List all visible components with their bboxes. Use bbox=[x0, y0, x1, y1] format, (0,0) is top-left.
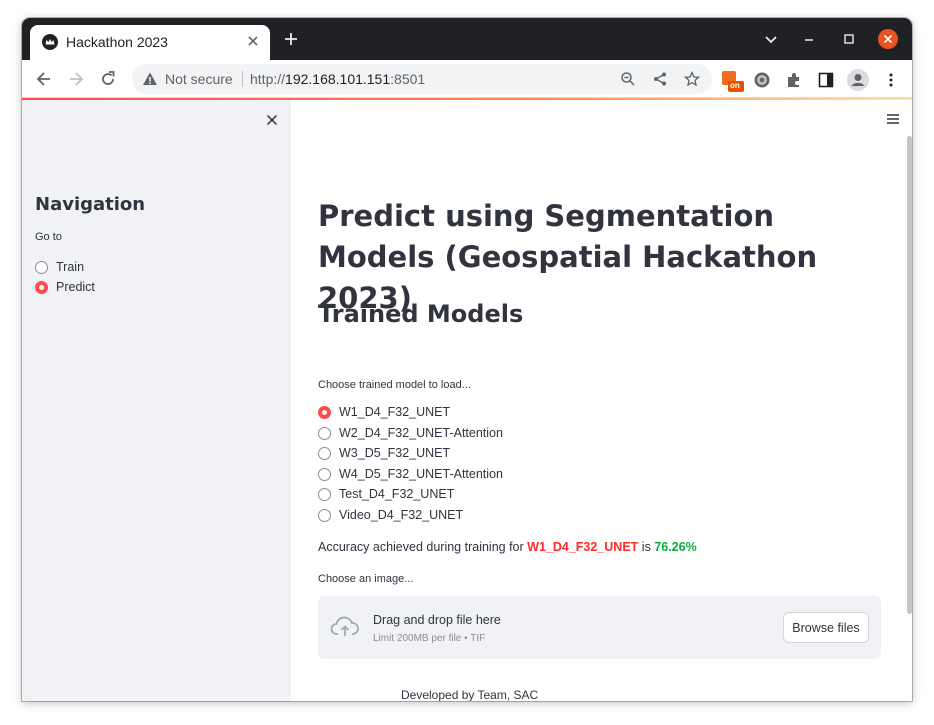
zoom-icon[interactable] bbox=[620, 71, 636, 87]
tab-title: Hackathon 2023 bbox=[66, 34, 168, 50]
tab-hackathon[interactable]: Hackathon 2023 bbox=[30, 25, 270, 60]
sidebar-close-icon[interactable] bbox=[265, 113, 279, 127]
radio-checked-icon[interactable] bbox=[318, 405, 331, 419]
model-option[interactable]: Video_D4_F32_UNET bbox=[318, 506, 463, 524]
model-option-label: W4_D5_F32_UNET-Attention bbox=[339, 467, 503, 481]
model-option[interactable]: W3_D5_F32_UNET bbox=[318, 444, 450, 462]
nav-option-label: Train bbox=[56, 260, 85, 274]
not-secure-label[interactable]: Not secure bbox=[165, 71, 233, 87]
settings-gear-icon[interactable] bbox=[753, 71, 771, 89]
profile-icon[interactable] bbox=[847, 69, 869, 91]
browse-files-button[interactable]: Browse files bbox=[783, 612, 869, 643]
cloud-upload-icon bbox=[330, 616, 359, 636]
nav-option-label: Predict bbox=[56, 280, 95, 294]
model-select-label: Choose trained model to load... bbox=[318, 379, 471, 391]
url-text[interactable]: http://192.168.101.151:8501 bbox=[250, 71, 425, 87]
nav-option-train[interactable]: Train bbox=[35, 258, 84, 276]
address-bar[interactable]: Not secure http://192.168.101.151:8501 bbox=[132, 64, 712, 94]
nav-option-predict[interactable]: Predict bbox=[35, 278, 95, 296]
radio-unchecked-icon[interactable] bbox=[318, 467, 331, 481]
reload-icon[interactable] bbox=[98, 69, 118, 89]
star-icon[interactable] bbox=[684, 71, 700, 87]
model-option-label: Test_D4_F32_UNET bbox=[339, 487, 455, 501]
model-option[interactable]: W2_D4_F32_UNET-Attention bbox=[318, 424, 503, 442]
browser-toolbar: Not secure http://192.168.101.151:8501 o… bbox=[22, 60, 912, 98]
radio-unchecked-icon[interactable] bbox=[318, 446, 331, 460]
new-tab-icon[interactable] bbox=[284, 32, 298, 46]
radio-checked-icon[interactable] bbox=[35, 280, 48, 294]
forward-icon[interactable] bbox=[66, 69, 86, 89]
dropzone-limit: Limit 200MB per file • TIF bbox=[373, 633, 486, 644]
extension-badge: on bbox=[730, 81, 740, 90]
share-icon[interactable] bbox=[652, 71, 668, 87]
accuracy-model-name: W1_D4_F32_UNET bbox=[527, 540, 639, 554]
radio-unchecked-icon[interactable] bbox=[318, 426, 331, 440]
extension-on-icon[interactable]: on bbox=[720, 69, 744, 93]
accuracy-middle: is bbox=[641, 540, 651, 554]
accuracy-message: Accuracy achieved during training for W1… bbox=[318, 540, 697, 554]
warning-icon[interactable] bbox=[142, 71, 158, 87]
file-dropzone[interactable]: Drag and drop file here Limit 200MB per … bbox=[318, 596, 881, 659]
radio-unchecked-icon[interactable] bbox=[35, 260, 48, 274]
url-host: 192.168.101.151 bbox=[285, 71, 391, 87]
back-icon[interactable] bbox=[34, 69, 54, 89]
footer-text: Developed by Team, SAC bbox=[401, 688, 539, 701]
model-option[interactable]: Test_D4_F32_UNET bbox=[318, 485, 454, 503]
accuracy-value: 76.26% bbox=[654, 540, 697, 554]
sidebar-title: Navigation bbox=[35, 194, 146, 215]
radio-unchecked-icon[interactable] bbox=[318, 487, 331, 501]
model-option-label: Video_D4_F32_UNET bbox=[339, 508, 464, 522]
favicon-crown-icon bbox=[42, 34, 58, 50]
main-content: Predict using Segmentation Models (Geosp… bbox=[291, 100, 912, 701]
omnibox-divider bbox=[242, 71, 243, 87]
maximize-icon[interactable] bbox=[840, 30, 858, 48]
close-window-icon[interactable] bbox=[878, 29, 898, 49]
chevron-down-icon[interactable] bbox=[762, 30, 780, 48]
model-option-label: W2_D4_F32_UNET-Attention bbox=[339, 426, 503, 440]
tab-strip: Hackathon 2023 bbox=[22, 18, 912, 60]
radio-unchecked-icon[interactable] bbox=[318, 508, 331, 522]
minimize-icon[interactable] bbox=[800, 30, 818, 48]
model-option-label: W3_D5_F32_UNET bbox=[339, 446, 451, 460]
sidebar: Navigation Go to Train Predict bbox=[22, 100, 291, 701]
tab-close-icon[interactable] bbox=[246, 34, 260, 48]
image-upload-label: Choose an image... bbox=[318, 573, 414, 585]
url-port: :8501 bbox=[390, 71, 426, 87]
kebab-menu-icon[interactable] bbox=[882, 71, 900, 89]
scrollbar[interactable] bbox=[907, 136, 912, 614]
section-title: Trained Models bbox=[318, 300, 524, 328]
puzzle-icon[interactable] bbox=[785, 71, 803, 89]
nav-radio-label: Go to bbox=[35, 231, 62, 243]
url-scheme: http:// bbox=[250, 71, 286, 87]
model-option[interactable]: W4_D5_F32_UNET-Attention bbox=[318, 465, 503, 483]
side-panel-icon[interactable] bbox=[817, 71, 835, 89]
model-option-label: W1_D4_F32_UNET bbox=[339, 405, 451, 419]
model-option[interactable]: W1_D4_F32_UNET bbox=[318, 403, 450, 421]
browser-window: Hackathon 2023 Not secure http://192.168… bbox=[22, 18, 912, 701]
hamburger-menu-icon[interactable] bbox=[886, 113, 900, 125]
dropzone-title: Drag and drop file here bbox=[373, 613, 501, 627]
accuracy-prefix: Accuracy achieved during training for bbox=[318, 540, 524, 554]
